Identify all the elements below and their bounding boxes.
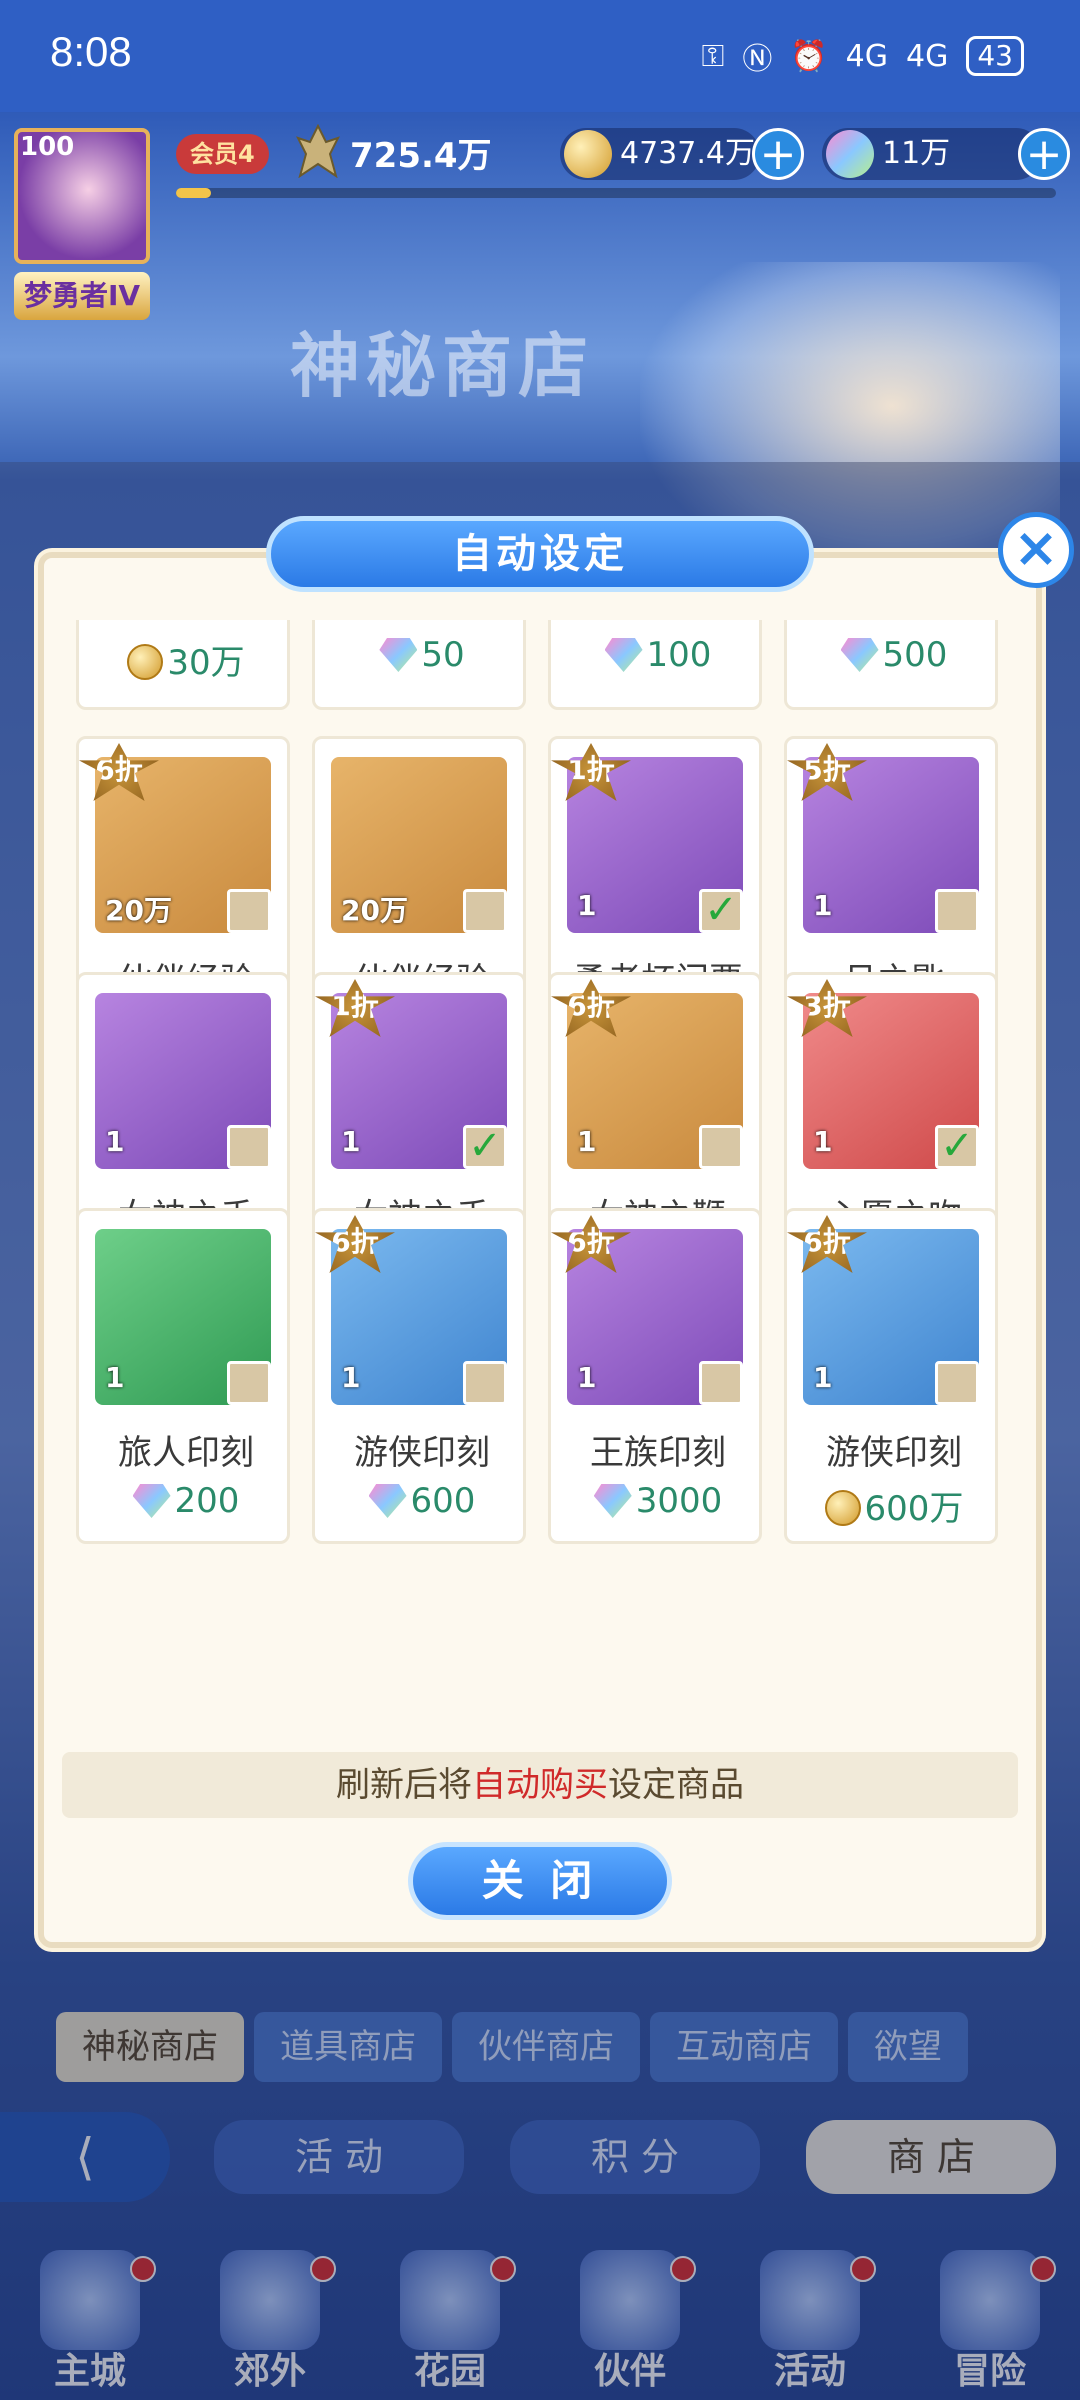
shop-item-card[interactable]: 1 6折 王族印刻 3000	[548, 1208, 762, 1544]
shop-item-card[interactable]: 30万	[76, 620, 290, 710]
shop-item-card[interactable]: 1 6折 游侠印刻 600万	[784, 1208, 998, 1544]
item-price: 600万	[787, 1481, 1001, 1530]
price-value: 50	[421, 635, 465, 675]
item-name: 旅人印刻	[118, 1433, 254, 1473]
hint-prefix: 刷新后将	[336, 1765, 472, 1805]
item-quantity: 1	[813, 1361, 833, 1394]
gem-value: 11万	[882, 136, 951, 171]
item-price: 50	[315, 635, 529, 675]
battery-indicator: 43	[966, 36, 1024, 76]
vip-badge[interactable]: 会员4	[176, 134, 269, 174]
avatar-level: 100	[20, 132, 75, 162]
close-button[interactable]: 关 闭	[408, 1842, 672, 1920]
gem-icon	[840, 638, 879, 672]
key-icon: ⚿	[701, 38, 725, 74]
item-quantity: 1	[577, 889, 597, 922]
price-value: 200	[174, 1481, 240, 1521]
auto-buy-checkbox[interactable]	[699, 1361, 743, 1405]
xp-bar	[176, 188, 1056, 198]
item-quantity: 1	[813, 889, 833, 922]
item-price: 30万	[79, 635, 293, 684]
power-icon	[296, 124, 340, 178]
price-value: 500	[882, 635, 948, 675]
price-value: 600万	[864, 1489, 964, 1529]
auto-buy-checkbox[interactable]	[227, 1361, 271, 1405]
coin-icon	[824, 1490, 861, 1526]
shop-title-bg: 神秘商店	[290, 325, 594, 407]
auto-buy-checkbox[interactable]	[699, 1125, 743, 1169]
shop-item-card[interactable]: 500	[784, 620, 998, 710]
alarm-icon: ⏰	[790, 38, 828, 74]
modal-title: 自动设定	[266, 516, 814, 592]
add-gold-button[interactable]: +	[752, 128, 804, 180]
auto-buy-checkbox[interactable]	[227, 889, 271, 933]
rank-title: 梦勇者IV	[14, 272, 150, 320]
coin-icon	[564, 130, 612, 178]
item-quantity: 1	[341, 1125, 361, 1158]
signal-2: 4G	[906, 38, 949, 74]
item-price: 200	[79, 1481, 293, 1521]
gem-resource: 11万	[822, 128, 1042, 180]
gem-icon	[379, 638, 418, 672]
status-icons: ⚿ Ⓝ ⏰ 4G 4G 43	[701, 34, 1024, 78]
item-quantity: 1	[577, 1125, 597, 1158]
gold-resource: 4737.4万	[560, 128, 760, 180]
gem-icon	[132, 1484, 171, 1518]
shop-item-card[interactable]: 1 6折 游侠印刻 600	[312, 1208, 526, 1544]
auto-buy-checkbox[interactable]	[463, 889, 507, 933]
item-name: 王族印刻	[590, 1433, 726, 1473]
gem-icon	[604, 638, 643, 672]
item-name: 游侠印刻	[354, 1433, 490, 1473]
status-time: 8:08	[50, 28, 132, 75]
signal-1: 4G	[845, 38, 889, 74]
auto-buy-checkbox[interactable]: ✓	[463, 1125, 507, 1169]
nfc-icon: Ⓝ	[742, 42, 773, 77]
item-grid: 30万5010050020万6折伙伴经验20020万伙伴经验100万1✓1折勇者…	[60, 620, 1020, 1752]
close-icon[interactable]: ×	[998, 512, 1074, 588]
status-bar: 8:08 ⚿ Ⓝ ⏰ 4G 4G 43	[0, 0, 1080, 112]
coin-icon	[127, 644, 164, 680]
shop-item-card[interactable]: 1 旅人印刻 200	[76, 1208, 290, 1544]
price-value: 30万	[167, 643, 245, 683]
auto-buy-checkbox[interactable]	[935, 889, 979, 933]
gem-icon	[826, 130, 874, 178]
item-quantity: 20万	[105, 894, 172, 927]
gem-icon	[593, 1484, 632, 1518]
hint-text: 刷新后将自动购买设定商品	[62, 1752, 1018, 1818]
item-quantity: 1	[341, 1361, 361, 1394]
auto-buy-checkbox[interactable]	[227, 1125, 271, 1169]
item-quantity: 20万	[341, 894, 408, 927]
gem-icon	[368, 1484, 407, 1518]
item-price: 600	[315, 1481, 529, 1521]
shop-item-card[interactable]: 50	[312, 620, 526, 710]
item-price: 100	[551, 635, 765, 675]
item-quantity: 1	[105, 1125, 125, 1158]
power-value: 725.4万	[350, 136, 492, 176]
xp-fill	[176, 188, 212, 198]
item-price: 500	[787, 635, 1001, 675]
price-value: 100	[646, 635, 712, 675]
price-value: 600	[410, 1481, 476, 1521]
hint-highlight: 自动购买	[472, 1765, 608, 1805]
price-value: 3000	[635, 1481, 723, 1521]
item-price: 3000	[551, 1481, 765, 1521]
auto-buy-checkbox[interactable]	[463, 1361, 507, 1405]
add-gem-button[interactable]: +	[1018, 128, 1070, 180]
item-quantity: 1	[577, 1361, 597, 1394]
item-name: 游侠印刻	[826, 1433, 962, 1473]
item-quantity: 1	[105, 1361, 125, 1394]
gold-value: 4737.4万	[620, 136, 755, 171]
auto-buy-checkbox[interactable]	[935, 1361, 979, 1405]
auto-buy-checkbox[interactable]: ✓	[699, 889, 743, 933]
hint-suffix: 设定商品	[608, 1765, 744, 1805]
shop-item-card[interactable]: 100	[548, 620, 762, 710]
auto-buy-checkbox[interactable]: ✓	[935, 1125, 979, 1169]
item-quantity: 1	[813, 1125, 833, 1158]
